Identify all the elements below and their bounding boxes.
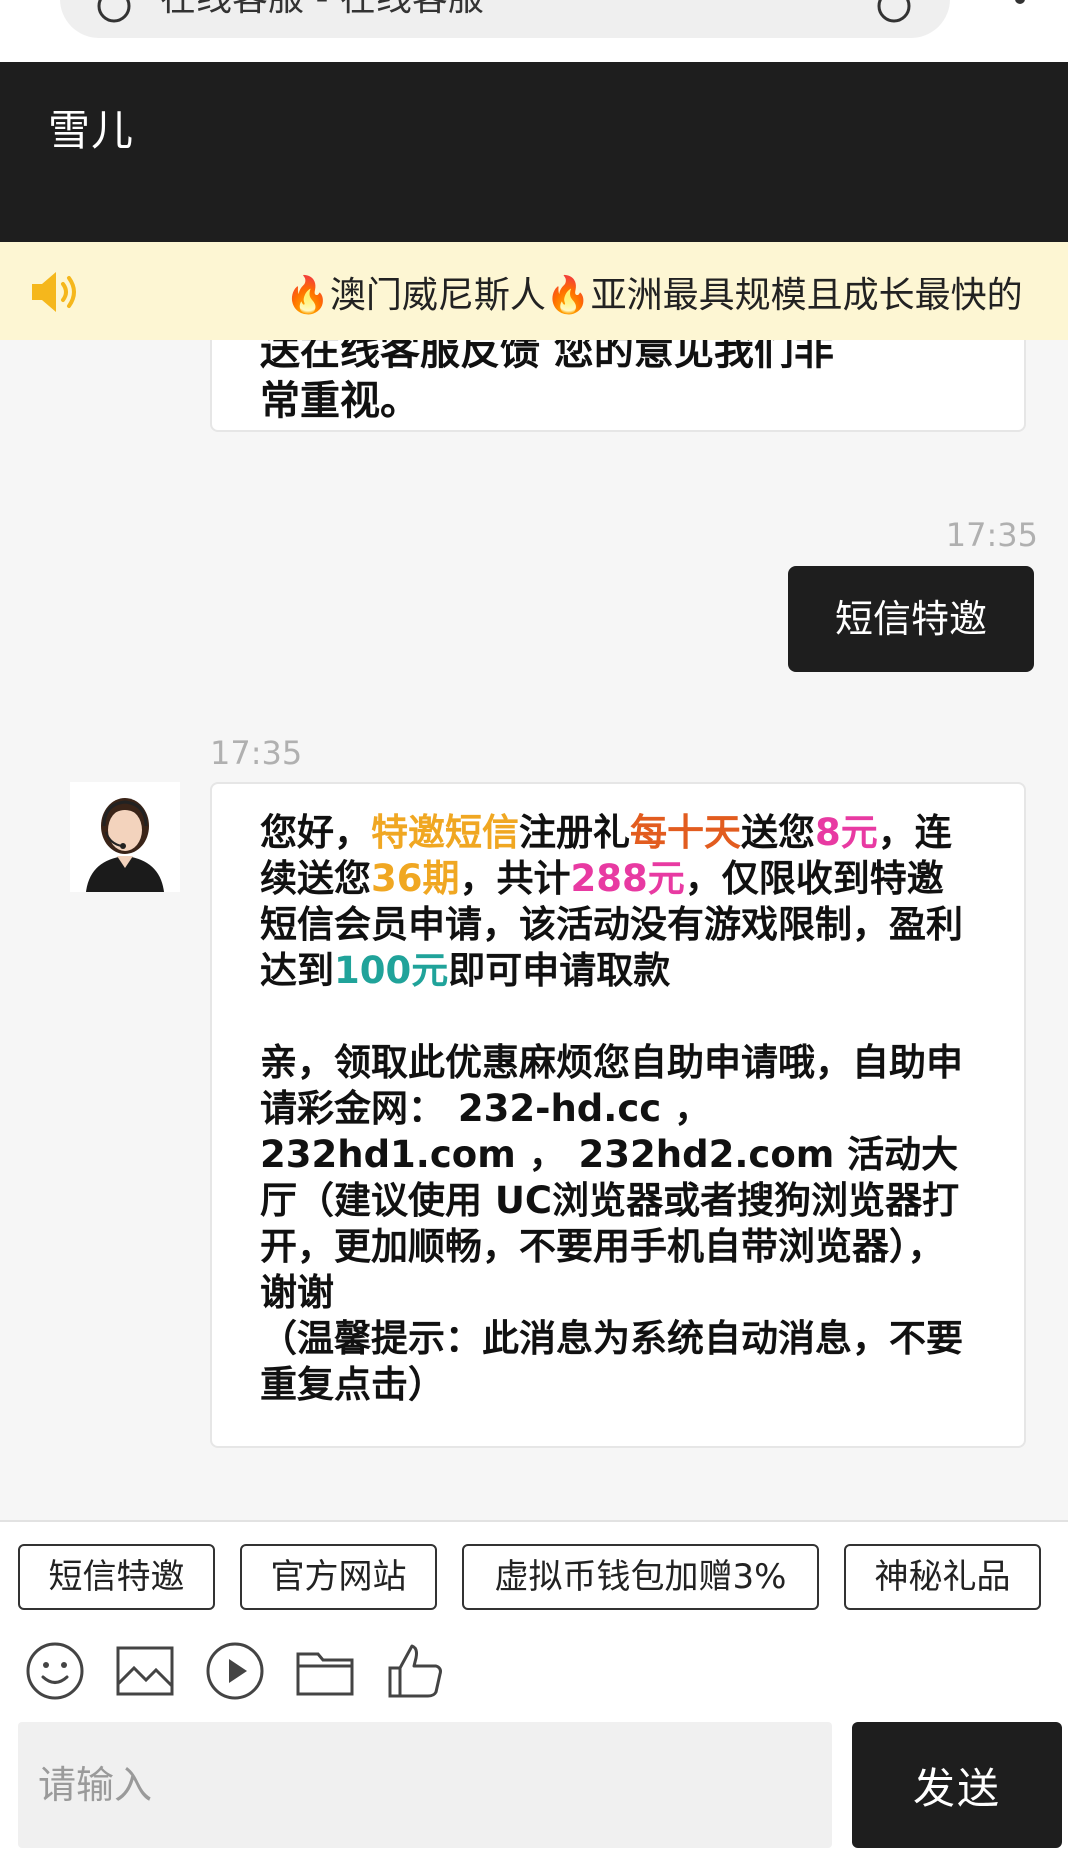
message-paragraph: 亲，领取此优惠麻烦您自助申请哦，自助申请彩金网： 232-hd.cc ， 232… xyxy=(260,1041,963,1314)
browser-bar: 在线客服 - 在线客服 xyxy=(0,0,1068,62)
quick-reply-button[interactable]: 短信特邀 xyxy=(18,1544,215,1610)
video-play-icon[interactable] xyxy=(204,1640,266,1702)
message-paragraph: （温馨提示：此消息为系统自动消息，不要重复点击） xyxy=(260,1317,963,1406)
globe-icon xyxy=(96,0,132,38)
incoming-message-bubble: 您好，特邀短信注册礼每十天送您8元，连续送您36期，共计288元，仅限收到特邀短… xyxy=(210,782,1026,1448)
more-menu-icon[interactable] xyxy=(1012,0,1028,14)
smiley-icon[interactable] xyxy=(24,1640,86,1702)
tab-switcher-icon[interactable] xyxy=(874,0,914,38)
speaker-icon xyxy=(28,268,82,320)
highlight-text: 288元 xyxy=(570,857,685,900)
folder-icon[interactable] xyxy=(294,1640,356,1702)
composer-area: 短信特邀 官方网站 虚拟币钱包加赠3% 神秘礼品 发送 xyxy=(0,1520,1068,1852)
previous-message-line: 常重视。 xyxy=(260,378,420,424)
thumbs-up-icon[interactable] xyxy=(384,1640,446,1702)
chat-area[interactable]: 送在线客服反馈 您的意见我们非 常重视。 17:35 短信特邀 17:35 您好… xyxy=(0,340,1068,1520)
message-text: 您好， xyxy=(260,811,371,854)
quick-reply-button[interactable]: 官方网站 xyxy=(240,1544,437,1610)
notice-bar: 🔥澳门威尼斯人🔥亚洲最具规模且成长最快的 xyxy=(0,242,1068,340)
send-button[interactable]: 发送 xyxy=(852,1722,1062,1848)
image-icon[interactable] xyxy=(114,1640,176,1702)
notice-marquee-text: 🔥澳门威尼斯人🔥亚洲最具规模且成长最快的 xyxy=(285,275,1023,316)
message-timestamp: 17:35 xyxy=(945,516,1038,554)
message-text: 注册礼 xyxy=(519,811,630,854)
message-text: 送您 xyxy=(741,811,815,854)
message-timestamp: 17:35 xyxy=(210,734,303,772)
message-text: 即可申请取款 xyxy=(448,949,671,992)
highlight-text: 特邀短信 xyxy=(371,811,519,854)
previous-message-bubble: 送在线客服反馈 您的意见我们非 常重视。 xyxy=(210,340,1026,432)
quick-reply-button[interactable]: 神秘礼品 xyxy=(844,1544,1041,1610)
url-text: 在线客服 - 在线客服 xyxy=(160,0,484,19)
agent-avatar xyxy=(70,782,180,892)
previous-message-line: 送在线客服反馈 您的意见我们非 xyxy=(260,340,834,374)
highlight-text: 8元 xyxy=(815,811,878,854)
highlight-text: 每十天 xyxy=(630,811,741,854)
agent-name: 雪儿 xyxy=(48,106,135,155)
message-text: ，共计 xyxy=(459,857,571,900)
chat-header: 雪儿 xyxy=(0,62,1068,242)
message-input[interactable] xyxy=(18,1722,832,1848)
quick-reply-button[interactable]: 虚拟币钱包加赠3% xyxy=(462,1544,819,1610)
url-bar[interactable]: 在线客服 - 在线客服 xyxy=(60,0,950,38)
highlight-text: 36期 xyxy=(371,857,460,900)
message-paragraph: 您好，特邀短信注册礼每十天送您8元，连续送您36期，共计288元，仅限收到特邀短… xyxy=(260,810,974,994)
highlight-text: 100元 xyxy=(334,949,449,992)
outgoing-message-bubble: 短信特邀 xyxy=(788,566,1034,672)
